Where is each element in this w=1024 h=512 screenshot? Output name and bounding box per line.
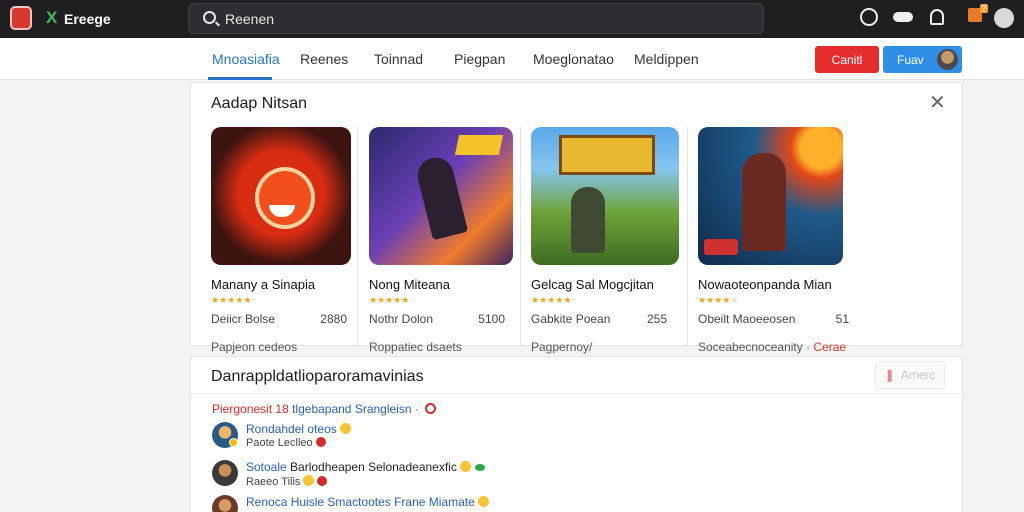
gamepad-icon[interactable] xyxy=(893,12,913,22)
nav-tab-4[interactable]: Piegpan xyxy=(454,51,505,67)
nav-tab-6[interactable]: Meldippen xyxy=(634,51,699,67)
nav-tab-3[interactable]: Toinnad xyxy=(374,51,423,67)
help-icon[interactable] xyxy=(860,8,878,26)
game-thumbnail[interactable] xyxy=(369,127,513,265)
divider xyxy=(191,393,964,394)
reaction-icon xyxy=(425,403,437,414)
discussion-title: Danrappldatlioparoramavinias xyxy=(211,368,424,385)
headline-number: 18 xyxy=(275,402,289,416)
verified-badge-icon xyxy=(229,438,238,447)
featured-games-panel: Aadap Nitsan ✕ Manany a Sinapia ★★★★★ De… xyxy=(190,82,963,354)
active-tab-indicator xyxy=(208,77,272,80)
game-card[interactable]: Manany a Sinapia ★★★★★ Deiicr Bolse 2880 … xyxy=(211,127,361,354)
rating-stars: ★★★★★ xyxy=(531,295,572,305)
game-count: 51 xyxy=(835,312,849,326)
search-icon xyxy=(203,11,216,24)
comment-author[interactable]: Rondahdel xyxy=(246,422,304,436)
bell-icon[interactable] xyxy=(930,9,944,25)
follow-icon: ❚ xyxy=(884,368,895,382)
smile-emoji-icon xyxy=(303,475,315,486)
rating-stars: ★★★★★ xyxy=(211,295,252,305)
game-count: 255 xyxy=(646,312,667,326)
comment-author[interactable]: Sotoale xyxy=(246,460,287,474)
top-bar: X Ereege ? xyxy=(0,0,1024,38)
nav-tab-2[interactable]: Reenes xyxy=(300,51,348,67)
nav-bar: Mnoasiafia Reenes Toinnad Piegpan Moeglo… xyxy=(0,38,1024,80)
notification-icon[interactable]: ? xyxy=(968,4,988,22)
heart-emoji-icon xyxy=(315,437,326,447)
divider xyxy=(687,127,688,347)
user-avatar[interactable] xyxy=(994,8,1014,28)
heart-emoji-icon xyxy=(317,476,328,486)
panel-title: Aadap Nitsan xyxy=(211,95,308,112)
game-footer: Roppatiec dsaets xyxy=(369,340,462,354)
game-footer: Soceabecnoceanity · xyxy=(698,340,811,354)
game-title[interactable]: Nowaoteonpanda Mian xyxy=(698,277,863,292)
game-tag[interactable]: Cerae xyxy=(813,340,846,354)
avatar[interactable] xyxy=(212,422,238,448)
red-action-button[interactable]: Canitl xyxy=(815,46,879,73)
brand-x-icon: X xyxy=(46,8,58,27)
divider xyxy=(520,127,521,347)
game-title[interactable]: Gelcag Sal Mogcjitan xyxy=(531,277,681,292)
blue-button-label: Fuav xyxy=(897,52,924,67)
game-meta: Nothr Dolon xyxy=(369,312,434,326)
game-count: 2880 xyxy=(320,312,347,326)
game-thumbnail[interactable] xyxy=(531,127,679,265)
follow-label: Amerc xyxy=(900,368,936,382)
game-meta: Gabkite Poean xyxy=(531,312,611,326)
game-card[interactable]: Nong Miteana ★★★★★ Nothr Dolon 5100 Roppa… xyxy=(369,127,519,354)
game-title[interactable]: Manany a Sinapia xyxy=(211,277,361,292)
game-footer: Pagpernoy/ xyxy=(531,340,593,354)
headline-prefix: Piergonesit xyxy=(212,402,273,416)
headline-separator: · xyxy=(414,402,419,416)
headline-text: tlgebapand Srangleisn xyxy=(292,402,412,416)
game-count: 5100 xyxy=(478,312,505,326)
nav-tab-5[interactable]: Moeglonatao xyxy=(533,51,614,67)
game-thumbnail[interactable] xyxy=(211,127,351,265)
game-title[interactable]: Nong Miteana xyxy=(369,277,519,292)
blue-action-button[interactable]: Fuav xyxy=(883,46,962,73)
follow-button[interactable]: ❚ Amerc xyxy=(875,361,945,389)
brand-name[interactable]: Ereege xyxy=(64,11,111,27)
comment-text: Smactootes Frane Miamate xyxy=(327,495,475,509)
comment-text: oteos xyxy=(307,422,337,436)
app-logo[interactable] xyxy=(10,6,32,30)
comment-author[interactable]: Renoca Huisle xyxy=(246,495,324,509)
nav-tab-1[interactable]: Mnoasiafia xyxy=(212,51,280,67)
button-avatar-icon xyxy=(937,49,958,70)
close-icon[interactable]: ✕ xyxy=(929,93,946,113)
smile-emoji-icon xyxy=(459,461,471,472)
discussion-headline[interactable]: Piergonesit 18 tlgebapand Srangleisn · xyxy=(212,402,437,416)
search-box[interactable] xyxy=(188,3,764,34)
game-footer: Papjeon cedeos xyxy=(211,340,298,354)
rating-stars: ★★★★★ xyxy=(369,295,410,305)
game-meta: Obeilt Maoeeosen xyxy=(698,312,796,326)
green-emoji-icon xyxy=(474,464,485,471)
avatar[interactable] xyxy=(212,495,238,512)
divider xyxy=(357,127,358,347)
search-input[interactable] xyxy=(225,10,725,28)
comment-text: Barlodheapen Selonadeanexfic xyxy=(290,460,457,474)
smile-emoji-icon xyxy=(339,423,351,434)
discussion-panel: Danrappldatlioparoramavinias ❚ Amerc Pier… xyxy=(190,356,964,512)
game-meta: Deiicr Bolse xyxy=(211,312,276,326)
comment-meta: Raeeo Tilis xyxy=(246,476,301,488)
game-thumbnail[interactable] xyxy=(698,127,843,265)
comment-meta: Paote Leclleo xyxy=(246,437,313,449)
smile-emoji-icon xyxy=(477,496,489,507)
game-card[interactable]: Nowaoteonpanda Mian ★★★★★ Obeilt Maoeeos… xyxy=(698,127,863,354)
game-card[interactable]: Gelcag Sal Mogcjitan ★★★★★ Gabkite Poean… xyxy=(531,127,681,354)
notification-badge: ? xyxy=(979,4,988,13)
avatar[interactable] xyxy=(212,460,238,486)
rating-stars: ★★★★★ xyxy=(698,295,739,305)
